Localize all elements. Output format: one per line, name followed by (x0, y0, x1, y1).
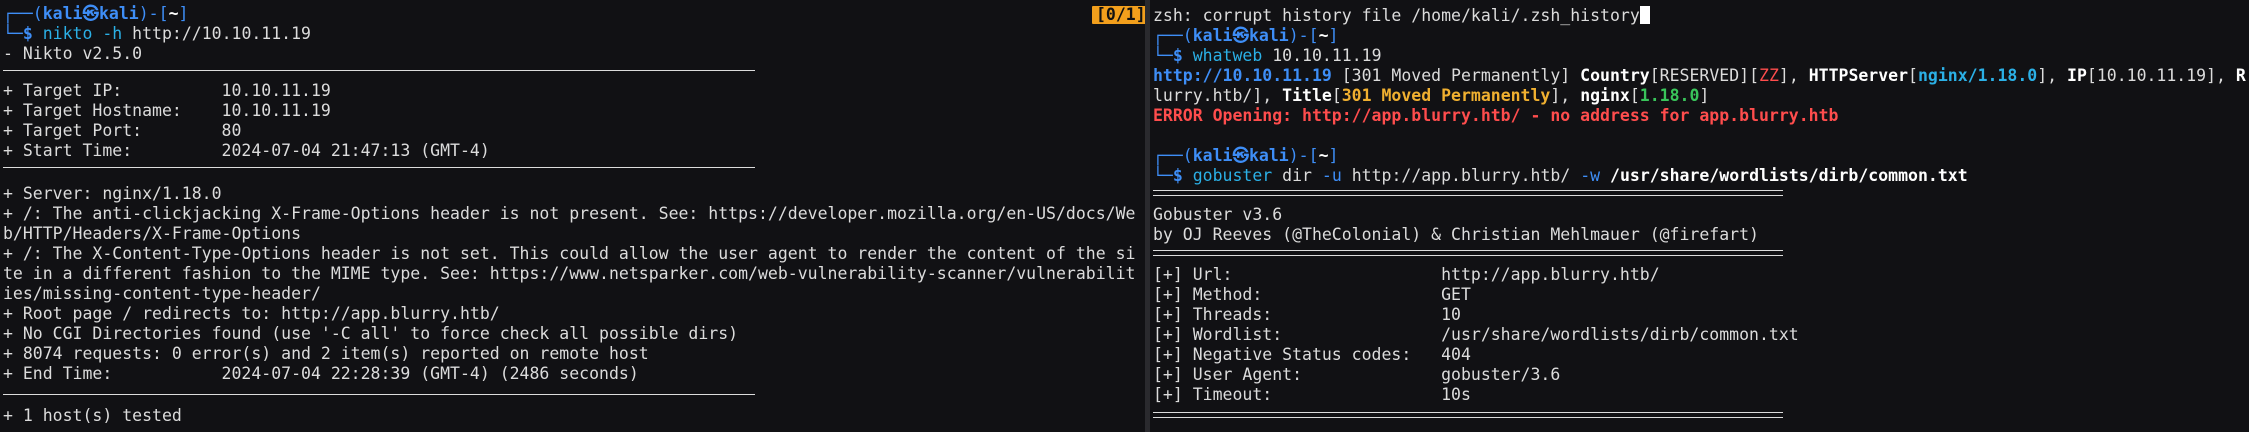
terminal-pane-right[interactable]: zsh: corrupt history file /home/kali/.zs… (1150, 0, 2249, 432)
command-line: └─$ whatweb 10.10.11.19 (1153, 46, 1382, 65)
config-line: [+] Url: http://app.blurry.htb/ (1153, 265, 1660, 284)
config-line: [+] Timeout: 10s (1153, 385, 1471, 404)
config-line: [+] User Agent: gobuster/3.6 (1153, 365, 1561, 384)
command-line: └─$ gobuster dir -u http://app.blurry.ht… (1153, 166, 1968, 185)
error-line: ERROR Opening: http://app.blurry.htb/ - … (1153, 106, 1839, 125)
output-line: + No CGI Directories found (use '-C all'… (3, 324, 739, 343)
output-line: + Target IP: 10.10.11.19 (3, 81, 331, 100)
output-line: + Root page / redirects to: http://app.b… (3, 304, 500, 323)
output-line: + End Time: 2024-07-04 22:28:39 (GMT-4) … (3, 364, 639, 383)
history-error-line: zsh: corrupt history file /home/kali/.zs… (1153, 6, 1650, 26)
separator (3, 70, 755, 71)
output-line: b/HTTP/Headers/X-Frame-Options (3, 224, 302, 243)
output-line: + 8074 requests: 0 error(s) and 2 item(s… (3, 344, 649, 363)
prompt-header-line: ┌──(kali㉿kali)-[~] (1153, 146, 1339, 165)
prompt-header-line: ┌──(kali㉿kali)-[~] (3, 4, 189, 23)
whatweb-result-line: http://10.10.11.19 [301 Moved Permanentl… (1153, 66, 2246, 85)
output-line: + Target Hostname: 10.10.11.19 (3, 101, 331, 120)
output-line: te in a different fashion to the MIME ty… (3, 264, 1136, 283)
output-line: Gobuster v3.6 (1153, 205, 1283, 224)
separator (1153, 190, 1783, 196)
terminal-pane-left[interactable]: ┌──(kali㉿kali)-[~] └─$ nikto -h http://1… (0, 0, 1145, 432)
text-cursor (1639, 6, 1650, 24)
prompt-header-line: ┌──(kali㉿kali)-[~] (1153, 26, 1339, 45)
separator (3, 167, 755, 168)
separator (1153, 250, 1783, 256)
config-line: [+] Threads: 10 (1153, 305, 1461, 324)
config-line: [+] Negative Status codes: 404 (1153, 345, 1471, 364)
output-line: + Target Port: 80 (3, 121, 242, 140)
config-line: [+] Wordlist: /usr/share/wordlists/dirb/… (1153, 325, 1799, 344)
command-line: └─$ nikto -h http://10.10.11.19 (3, 24, 311, 43)
output-line: ies/missing-content-type-header/ (3, 284, 321, 303)
command-name: nikto (42, 24, 93, 43)
output-line: + /: The anti-clickjacking X-Frame-Optio… (3, 204, 1136, 223)
config-line: [+] Method: GET (1153, 285, 1471, 304)
output-line: + Start Time: 2024-07-04 21:47:13 (GMT-4… (3, 141, 490, 160)
separator (3, 394, 755, 395)
output-line: - Nikto v2.5.0 (3, 44, 143, 63)
output-line: + 1 host(s) tested (3, 406, 182, 425)
separator (1153, 412, 1783, 418)
output-line: + Server: nginx/1.18.0 (3, 184, 222, 203)
output-line: + /: The X-Content-Type-Options header i… (3, 244, 1136, 263)
whatweb-result-line: lurry.htb/], Title[301 Moved Permanently… (1153, 86, 1710, 105)
command-name: whatweb (1192, 46, 1263, 65)
pane-counter-badge: [0/1] (1092, 6, 1145, 24)
output-line: by OJ Reeves (@TheColonial) & Christian … (1153, 225, 1759, 244)
command-name: gobuster (1192, 166, 1273, 185)
